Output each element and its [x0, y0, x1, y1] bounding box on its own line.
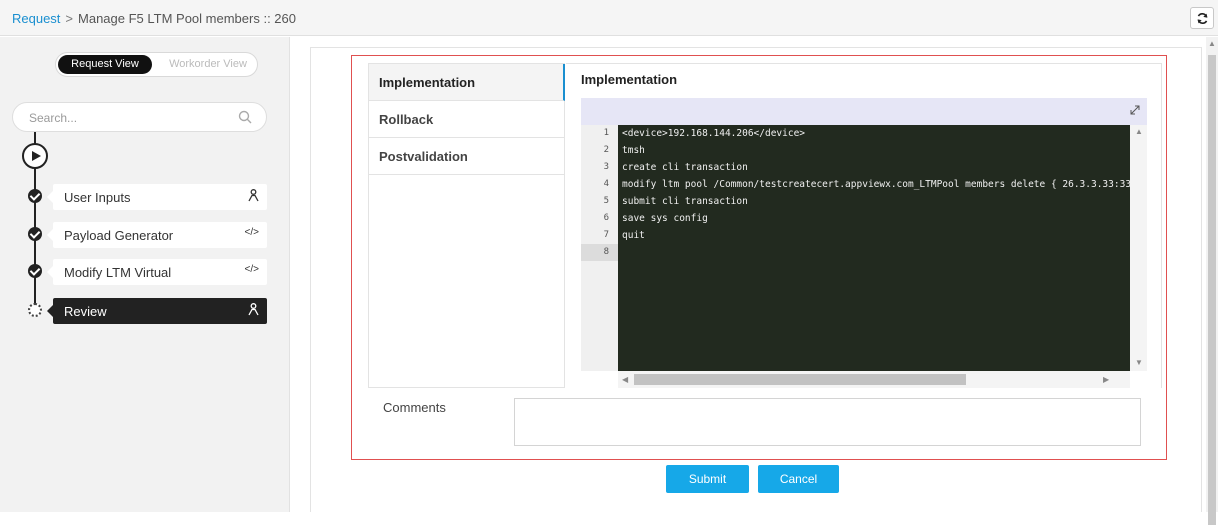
request-view-toggle[interactable]: Request View	[58, 55, 152, 74]
code-line: <device>192.168.144.206</device>	[622, 128, 806, 139]
editor-horizontal-scrollbar[interactable]: ◀ ▶	[618, 371, 1130, 388]
code-line: quit	[622, 230, 645, 241]
code-icon: </>	[244, 227, 259, 238]
workflow-step-user-inputs[interactable]: User Inputs	[47, 184, 267, 210]
scroll-down-icon[interactable]: ▼	[1135, 358, 1143, 367]
refresh-icon	[1197, 12, 1207, 24]
breadcrumb-separator: >	[65, 11, 74, 26]
editor-gutter: 1 2 3 4 5 6 7 8	[581, 125, 618, 371]
line-number: 7	[603, 230, 609, 240]
step-label: User Inputs	[64, 190, 131, 205]
step-complete-icon	[28, 264, 42, 278]
play-icon	[32, 151, 41, 161]
step-label: Payload Generator	[64, 228, 174, 243]
line-number: 2	[603, 145, 609, 155]
step-complete-icon	[28, 227, 42, 241]
page-scrollbar[interactable]: ▲	[1206, 37, 1218, 525]
horizontal-scroll-thumb[interactable]	[634, 374, 966, 385]
line-number: 5	[603, 196, 609, 206]
cancel-button[interactable]: Cancel	[758, 465, 839, 493]
scroll-right-icon[interactable]: ▶	[1103, 375, 1109, 384]
step-pending-icon	[28, 303, 42, 317]
search-input[interactable]	[29, 110, 229, 126]
user-icon	[248, 303, 259, 316]
line-number: 4	[603, 179, 609, 189]
breadcrumb: Request > Manage F5 LTM Pool members :: 26…	[12, 11, 296, 26]
code-line: create cli transaction	[622, 162, 748, 173]
search-box	[12, 102, 267, 132]
workflow-step-modify-ltm-virtual[interactable]: Modify LTM Virtual </>	[47, 259, 267, 285]
line-number: 1	[603, 128, 609, 138]
breadcrumb-request-link[interactable]: Request	[12, 11, 60, 26]
top-bar: Request > Manage F5 LTM Pool members :: 26…	[0, 0, 1218, 36]
workflow-step-review[interactable]: Review	[47, 298, 267, 324]
page-scroll-thumb[interactable]	[1208, 55, 1216, 525]
tab-implementation[interactable]: Implementation	[369, 64, 565, 101]
step-label: Modify LTM Virtual	[64, 265, 172, 280]
comments-label: Comments	[383, 400, 446, 415]
line-number: 3	[603, 162, 609, 172]
user-icon	[248, 189, 259, 202]
refresh-button[interactable]	[1190, 7, 1214, 29]
search-icon[interactable]	[238, 110, 252, 124]
code-icon: </>	[244, 264, 259, 275]
expand-icon[interactable]	[1129, 104, 1141, 116]
panel-title: Implementation	[581, 72, 678, 87]
page-title: Manage F5 LTM Pool members :: 260	[78, 11, 296, 26]
tab-list: Implementation Rollback Postvalidation	[368, 63, 565, 388]
play-button[interactable]	[22, 143, 48, 169]
scroll-up-icon[interactable]: ▲	[1208, 39, 1216, 48]
editor-toolbar	[581, 98, 1147, 125]
step-label: Review	[64, 304, 107, 319]
workorder-view-toggle[interactable]: Workorder View	[160, 55, 256, 74]
comments-field[interactable]	[514, 398, 1141, 446]
workflow-step-payload-generator[interactable]: Payload Generator </>	[47, 222, 267, 248]
tab-postvalidation[interactable]: Postvalidation	[369, 138, 565, 175]
code-line: save sys config	[622, 213, 708, 224]
code-line: tmsh	[622, 145, 645, 156]
tab-rollback[interactable]: Rollback	[369, 101, 565, 138]
code-line: modify ltm pool /Common/testcreatecert.a…	[622, 179, 1130, 190]
code-line: submit cli transaction	[622, 196, 748, 207]
view-toggle: Request View Workorder View	[55, 52, 258, 77]
step-complete-icon	[28, 189, 42, 203]
line-number: 8	[581, 244, 618, 261]
editor-vertical-scrollbar[interactable]: ▲ ▼	[1130, 125, 1147, 371]
scroll-left-icon[interactable]: ◀	[622, 375, 628, 384]
submit-button[interactable]: Submit	[666, 465, 749, 493]
code-editor[interactable]: <device>192.168.144.206</device> tmsh cr…	[618, 125, 1130, 371]
scroll-up-icon[interactable]: ▲	[1135, 127, 1143, 136]
line-number: 6	[603, 213, 609, 223]
